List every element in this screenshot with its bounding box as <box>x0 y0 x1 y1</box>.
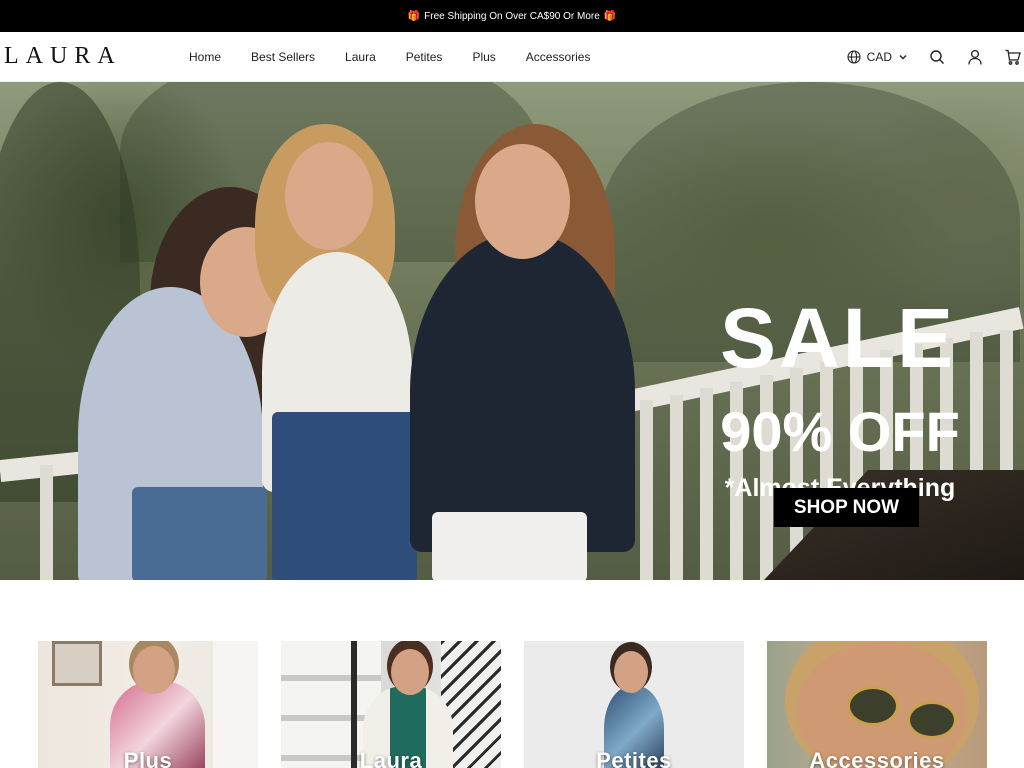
main-nav: Home Best Sellers Laura Petites Plus Acc… <box>189 50 590 64</box>
nav-home[interactable]: Home <box>189 50 221 64</box>
category-tile-laura[interactable]: Laura <box>281 641 501 768</box>
gift-icon: 🎁 <box>407 10 421 22</box>
cart-icon[interactable] <box>1004 48 1022 66</box>
announcement-bar: 🎁 Free Shipping On Over CA$90 Or More 🎁 <box>0 0 1024 32</box>
announcement-text: Free Shipping On Over CA$90 Or More <box>424 10 600 22</box>
nav-accessories[interactable]: Accessories <box>526 50 591 64</box>
category-tile-petites[interactable]: Petites <box>524 641 744 768</box>
account-icon[interactable] <box>966 48 984 66</box>
hero-banner[interactable]: SALE 90% OFF *Almost Everything SHOP NOW <box>0 82 1024 580</box>
nav-best-sellers[interactable]: Best Sellers <box>251 50 315 64</box>
currency-label: CAD <box>866 50 892 64</box>
site-header: LAURA Home Best Sellers Laura Petites Pl… <box>0 32 1024 82</box>
sale-offer: 90% OFF <box>720 400 960 463</box>
sale-overlay: SALE 90% OFF *Almost Everything <box>690 296 990 503</box>
gift-icon: 🎁 <box>603 10 617 22</box>
nav-laura[interactable]: Laura <box>345 50 376 64</box>
nav-petites[interactable]: Petites <box>406 50 443 64</box>
category-label: Plus <box>123 748 173 768</box>
category-label: Laura <box>359 748 423 768</box>
logo[interactable]: LAURA <box>4 43 179 70</box>
shop-now-button[interactable]: SHOP NOW <box>774 488 919 527</box>
search-icon[interactable] <box>928 48 946 66</box>
globe-icon <box>847 50 861 64</box>
category-label: Petites <box>596 748 672 768</box>
category-label: Accessories <box>809 748 945 768</box>
category-tile-accessories[interactable]: Accessories <box>767 641 987 768</box>
sale-headline: SALE <box>719 291 957 385</box>
header-actions: CAD <box>847 32 1024 82</box>
category-grid: Plus Laura Petites Accessories <box>38 641 987 768</box>
chevron-down-icon <box>898 52 908 62</box>
category-tile-plus[interactable]: Plus <box>38 641 258 768</box>
currency-selector[interactable]: CAD <box>847 50 908 64</box>
nav-plus[interactable]: Plus <box>472 50 495 64</box>
